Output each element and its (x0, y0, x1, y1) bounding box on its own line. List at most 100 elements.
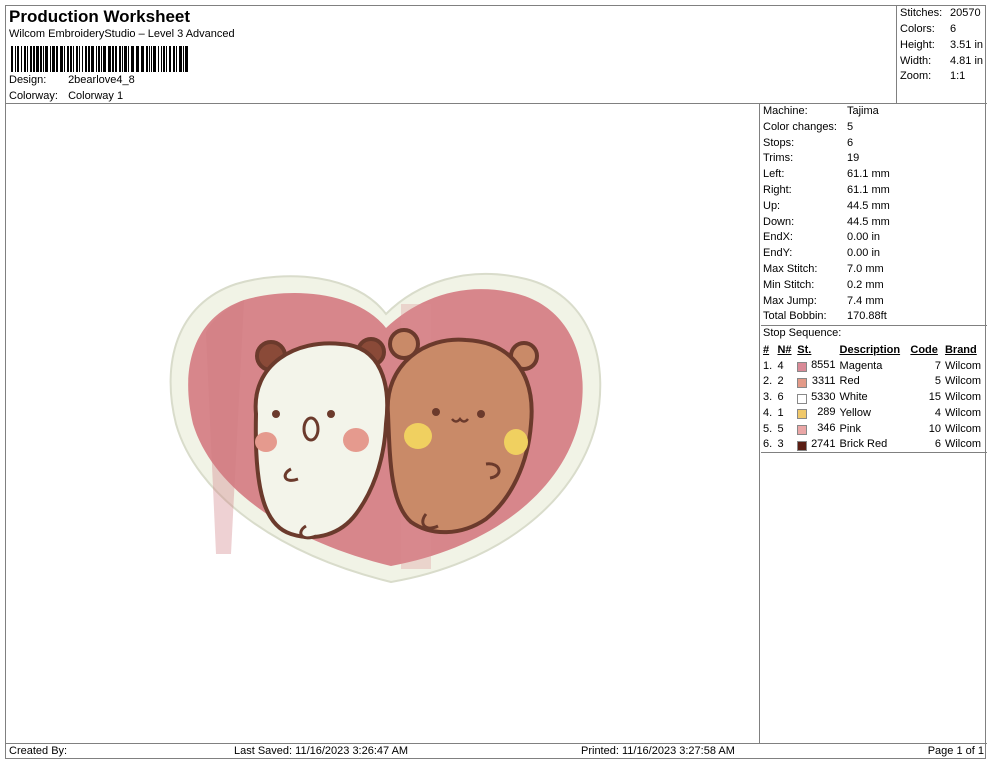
machine-info-row: Up: 44.5 mm (761, 199, 987, 215)
stop-code: 5 (934, 375, 941, 388)
stop-code: 4 (934, 406, 941, 419)
colorway-label: Colorway: (9, 90, 58, 102)
stop-sequence-row: 1. 4 8551 Magenta 7 Wilcom (761, 358, 987, 374)
machine-info-row: Max Stitch: 7.0 mm (761, 262, 987, 278)
stop-sequence-title: Stop Sequence: (761, 325, 987, 342)
stop-brand: Wilcom (944, 438, 982, 451)
stop-stitches: 3311 (811, 374, 836, 387)
machine-info-label: Stops: (763, 136, 795, 149)
stat-zoom: Zoom: 1:1 (900, 70, 966, 82)
last-saved: Last Saved: 11/16/2023 3:26:47 AM (234, 745, 409, 757)
machine-info-label: Right: (763, 183, 792, 196)
machine-info-row: Color changes: 5 (761, 120, 987, 136)
machine-info-value: 19 (847, 152, 860, 165)
stop-stitches: 289 (817, 406, 836, 419)
machine-info-label: Min Stitch: (763, 278, 815, 291)
machine-info-label: EndX: (763, 231, 793, 244)
stop-description: Brick Red (839, 438, 888, 451)
stop-index: 6. (763, 438, 773, 451)
thread-color-swatch (797, 425, 808, 436)
machine-info-label: Machine: (763, 105, 808, 117)
worksheet-footer: Created By: Last Saved: 11/16/2023 3:26:… (6, 743, 987, 759)
stop-stitches: 8551 (811, 359, 836, 372)
machine-info-label: Left: (763, 168, 785, 181)
stop-needle: 4 (777, 359, 784, 372)
page-number: Page 1 of 1 (927, 745, 984, 757)
stop-needle: 3 (777, 438, 784, 451)
col-code: Code (910, 343, 938, 356)
col-needle: N# (777, 343, 792, 356)
created-by: Created By: (9, 745, 68, 757)
machine-info-value: 7.0 mm (847, 262, 884, 275)
stop-stitches-cell: 5330 (795, 389, 837, 405)
machine-info-label: Max Stitch: (763, 262, 818, 275)
col-index: # (763, 343, 770, 356)
stop-needle: 1 (777, 406, 784, 419)
stop-stitches-cell: 3311 (795, 374, 837, 390)
stat-colors: Colors: 6 (900, 23, 957, 35)
stop-brand: Wilcom (944, 375, 982, 388)
thread-color-swatch (797, 377, 808, 388)
thread-color-swatch (797, 393, 808, 404)
machine-info-row: Right: 61.1 mm (761, 183, 987, 199)
colorway-row: Colorway: Colorway 1 (9, 90, 123, 102)
stop-stitches-cell: 2741 (795, 436, 837, 452)
stop-code: 6 (934, 438, 941, 451)
machine-info-value: 0.00 in (847, 231, 881, 244)
stop-index: 4. (763, 406, 773, 419)
stop-code: 7 (934, 359, 941, 372)
machine-info-row: Left: 61.1 mm (761, 167, 987, 183)
machine-info-label: Trims: (763, 152, 794, 165)
machine-info-label: Up: (763, 199, 781, 212)
stop-sequence-row: 4. 1 289 Yellow 4 Wilcom (761, 405, 987, 421)
machine-info-row: Trims: 19 (761, 151, 987, 167)
stop-brand: Wilcom (944, 406, 982, 419)
machine-info-row: Machine: Tajima (761, 104, 987, 120)
machine-info-label: Total Bobbin: (763, 310, 827, 323)
stop-brand: Wilcom (944, 422, 982, 435)
stop-needle: 6 (777, 391, 784, 404)
machine-info-row: EndX: 0.00 in (761, 230, 987, 246)
design-row: Design: 2bearlove4_8 (9, 74, 135, 86)
col-brand: Brand (944, 343, 977, 356)
design-preview-canvas (6, 104, 760, 743)
machine-info-value: 44.5 mm (847, 215, 890, 228)
stop-index: 3. (763, 391, 773, 404)
stop-code: 10 (928, 422, 941, 435)
machine-info-value: 170.88ft (847, 310, 887, 323)
stop-index: 2. (763, 375, 773, 388)
stat-height: Height: 3.51 in (900, 39, 984, 51)
stop-sequence-row: 6. 3 2741 Brick Red 6 Wilcom (761, 436, 987, 452)
thread-color-swatch (797, 409, 808, 420)
machine-info-value: 44.5 mm (847, 199, 890, 212)
stop-description: White (839, 391, 868, 404)
stop-brand: Wilcom (944, 359, 982, 372)
machine-info-row: Stops: 6 (761, 136, 987, 152)
machine-info-label: Down: (763, 215, 795, 228)
design-label: Design: (9, 74, 47, 86)
thread-color-swatch (797, 440, 808, 451)
stop-description: Red (839, 375, 860, 388)
colorway-value: Colorway 1 (68, 90, 124, 102)
machine-info-value: 61.1 mm (847, 168, 890, 181)
machine-info-row: EndY: 0.00 in (761, 246, 987, 262)
stat-width: Width: 4.81 in (900, 55, 984, 67)
stop-needle: 5 (777, 422, 784, 435)
stop-stitches-cell: 346 (795, 421, 837, 437)
machine-info-row: Min Stitch: 0.2 mm (761, 278, 987, 294)
machine-info-label: Max Jump: (763, 294, 817, 307)
stop-brand: Wilcom (944, 391, 982, 404)
worksheet-frame: Production Worksheet Wilcom EmbroiderySt… (5, 5, 987, 759)
machine-info-row: Down: 44.5 mm (761, 215, 987, 231)
machine-info-value: 7.4 mm (847, 294, 884, 307)
stop-needle: 2 (777, 375, 784, 388)
machine-info-row: Total Bobbin: 170.88ft (761, 309, 987, 325)
stop-description: Yellow (839, 406, 871, 419)
stop-stitches: 5330 (811, 390, 836, 403)
barcode-image (11, 46, 188, 72)
page-title: Production Worksheet (9, 7, 191, 26)
stop-stitches: 2741 (811, 437, 836, 450)
stat-stitches: Stitches: 20570 (900, 7, 981, 19)
stop-index: 5. (763, 422, 773, 435)
machine-info-value: 0.00 in (847, 247, 881, 260)
